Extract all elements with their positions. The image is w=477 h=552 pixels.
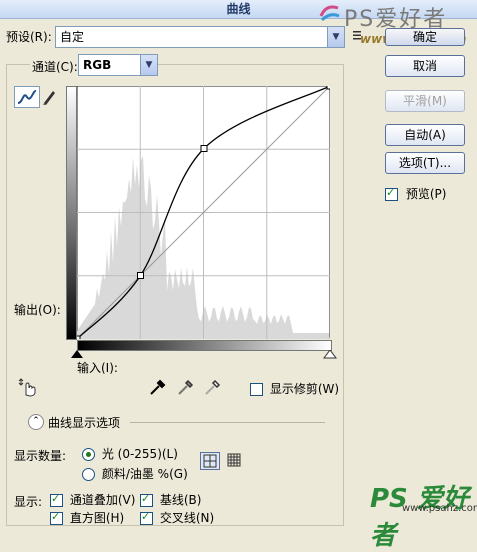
watermark-bottom-url: www.psahz.com (402, 503, 477, 514)
check-icon (50, 492, 63, 507)
black-eyedropper-icon[interactable] (149, 378, 167, 396)
on-image-adjust-icon[interactable] (18, 377, 38, 397)
preset-value: 自定 (60, 30, 85, 44)
auto-button[interactable]: 自动(A) (385, 124, 465, 146)
input-gradient-bar (77, 340, 332, 351)
white-point-slider[interactable] (323, 350, 337, 360)
light-radio[interactable]: 光 (0-255)(L) (82, 445, 178, 462)
collapse-toggle-icon[interactable]: ⌃ (28, 414, 44, 430)
show-amount-label: 显示数量: (14, 449, 67, 463)
intersection-checkbox[interactable]: 交叉线(N) (140, 509, 214, 526)
intersection-label: 交叉线(N) (159, 511, 215, 525)
gray-eyedropper-icon[interactable] (177, 378, 195, 396)
show-clipping-label: 显示修剪(W) (269, 382, 340, 396)
watermark-logo (319, 5, 340, 22)
smooth-button[interactable]: 平滑(M) (385, 90, 465, 112)
curve-tool-icon[interactable] (14, 86, 40, 108)
histogram-checkbox[interactable]: 直方图(H) (50, 509, 124, 526)
show-label: 显示: (14, 495, 43, 509)
chevron-down-icon: ▼ (327, 27, 344, 47)
curve-graph[interactable] (77, 86, 330, 339)
input-label: 输入(I): (77, 361, 118, 375)
channel-label: 通道(C): (30, 58, 80, 75)
chevron-down-icon: ▼ (140, 55, 157, 75)
check-icon (50, 510, 63, 525)
check-icon (140, 510, 153, 525)
light-radio-label: 光 (0-255)(L) (101, 447, 178, 461)
channel-overlay-checkbox[interactable]: 通道叠加(V) (50, 491, 135, 508)
channel-value: RGB (83, 58, 112, 72)
curve-control-point[interactable] (136, 272, 144, 280)
output-label: 输出(O): (14, 303, 61, 317)
simple-grid-icon[interactable] (200, 452, 220, 470)
divider (130, 422, 325, 423)
watermark-bottom-brand: PS 爱好者 (370, 484, 469, 551)
curve-control-point[interactable] (77, 335, 81, 339)
baseline-checkbox[interactable]: 基线(B) (140, 491, 201, 508)
white-eyedropper-icon[interactable] (204, 378, 222, 396)
output-gradient-bar (66, 86, 77, 340)
display-options-label: 曲线显示选项 (48, 416, 121, 430)
pigment-radio-label: 颜料/油墨 %(G) (101, 467, 188, 481)
channel-select[interactable]: RGB ▼ (78, 54, 158, 76)
preview-check-icon (385, 186, 398, 201)
ok-button[interactable]: 确定 (385, 28, 465, 46)
preset-label: 预设(R): (6, 30, 52, 44)
radio-icon (82, 468, 95, 481)
pencil-icon[interactable] (40, 86, 58, 106)
preset-select[interactable]: 自定 ▼ (55, 26, 345, 48)
clipping-check-icon (250, 383, 263, 396)
options-button[interactable]: 选项(T)... (385, 152, 465, 174)
detailed-grid-icon[interactable] (225, 452, 243, 468)
radio-selected-icon (82, 448, 95, 461)
cancel-button[interactable]: 取消 (385, 55, 465, 77)
show-clipping-checkbox[interactable]: 显示修剪(W) (250, 380, 339, 397)
curve-control-point[interactable] (200, 145, 208, 153)
channel-overlay-label: 通道叠加(V) (69, 493, 136, 507)
curve-control-point[interactable] (326, 86, 330, 90)
pigment-radio[interactable]: 颜料/油墨 %(G) (82, 465, 188, 482)
preview-checkbox[interactable]: 预览(P) (385, 185, 446, 202)
baseline-label: 基线(B) (159, 493, 202, 507)
preview-label: 预览(P) (405, 187, 447, 201)
check-icon (140, 492, 153, 507)
histogram-label: 直方图(H) (69, 511, 125, 525)
